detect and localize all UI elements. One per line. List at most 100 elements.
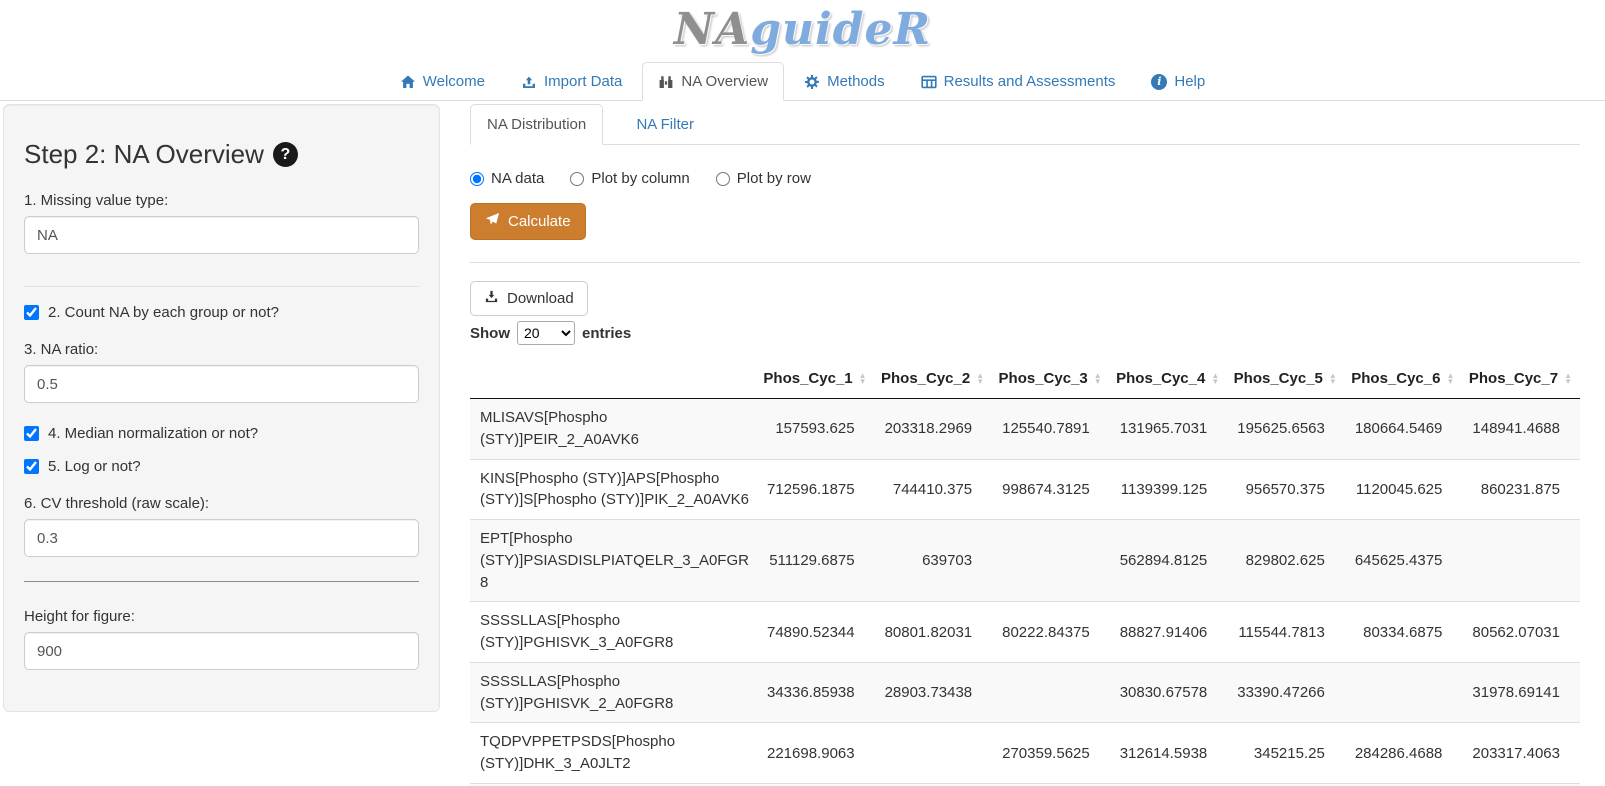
radio-plot-by-column-input[interactable]: [570, 172, 584, 186]
cv-threshold-input[interactable]: [24, 519, 419, 557]
column-header[interactable]: Phos_Cyc_4▲▼: [1110, 359, 1228, 399]
value-cell: [875, 723, 993, 784]
info-icon: i: [1151, 74, 1167, 90]
figure-height-input[interactable]: [24, 632, 419, 670]
subtab-label: NA Filter: [636, 116, 694, 133]
median-normalization-checkbox[interactable]: [24, 426, 39, 441]
nav-tab-na-overview[interactable]: NA Overview: [642, 62, 784, 101]
sidebar-panel: Step 2: NA Overview ? 1. Missing value t…: [3, 104, 440, 712]
table-body: MLISAVS[Phospho (STY)]PEIR_2_A0AVK6 1575…: [470, 399, 1580, 786]
na-ratio-input[interactable]: [24, 365, 419, 403]
page-length-select[interactable]: 20: [517, 321, 575, 345]
row-label-cell: TQDPVPPETPSDS[Phospho (STY)]DHK_3_A0JLT2: [470, 723, 757, 784]
table-row: MLISAVS[Phospho (STY)]PEIR_2_A0AVK6 1575…: [470, 399, 1580, 460]
value-cell: 270359.5625: [992, 723, 1110, 784]
nav-tab-label: Results and Assessments: [944, 73, 1116, 90]
nav-tab-methods[interactable]: Methods: [788, 62, 901, 101]
nav-tab-label: NA Overview: [681, 73, 768, 90]
value-cell: 312614.5938: [1110, 723, 1228, 784]
missing-value-type-label: 1. Missing value type:: [24, 192, 419, 209]
column-header[interactable]: Phos_Cyc_3▲▼: [992, 359, 1110, 399]
value-cell: [1345, 662, 1463, 723]
value-cell: 80222.84375: [992, 602, 1110, 663]
value-cell: 221698.9063: [757, 723, 875, 784]
column-header[interactable]: Phos_Cyc_6▲▼: [1345, 359, 1463, 399]
sort-icon: ▲▼: [1094, 373, 1102, 385]
column-header[interactable]: Phos_Cyc_1▲▼: [757, 359, 875, 399]
na-ratio-label: 3. NA ratio:: [24, 341, 419, 358]
value-cell: 125540.7891: [992, 399, 1110, 460]
value-cell: [992, 662, 1110, 723]
radio-label: Plot by column: [591, 170, 689, 187]
table-row: SSSSLLAS[Phospho (STY)]PGHISVK_3_A0FGR8 …: [470, 602, 1580, 663]
send-icon: [485, 212, 500, 231]
home-icon: [400, 74, 416, 90]
column-header[interactable]: Phos_Cyc_7▲▼: [1462, 359, 1580, 399]
calculate-button-label: Calculate: [508, 213, 571, 230]
subtab-na-filter[interactable]: NA Filter: [605, 104, 725, 145]
question-icon[interactable]: ?: [273, 142, 298, 167]
subtab-na-distribution[interactable]: NA Distribution: [470, 104, 603, 145]
nav-tab-label: Welcome: [423, 73, 485, 90]
value-cell: 80334.6875: [1345, 602, 1463, 663]
median-normalization-row: 4. Median normalization or not?: [24, 425, 419, 442]
row-label-cell: EPT[Phospho (STY)]PSIASDISLPIATQELR_3_A0…: [470, 520, 757, 602]
nav-tab-results[interactable]: Results and Assessments: [905, 62, 1132, 101]
radio-label: Plot by row: [737, 170, 811, 187]
value-cell: 33390.47266: [1227, 662, 1345, 723]
radio-plot-by-row-input[interactable]: [716, 172, 730, 186]
value-cell: 74890.52344: [757, 602, 875, 663]
value-cell: 34336.85938: [757, 662, 875, 723]
value-cell: 345215.25: [1227, 723, 1345, 784]
divider: [24, 286, 419, 287]
missing-value-type-input[interactable]: [24, 216, 419, 254]
cv-threshold-label: 6. CV threshold (raw scale):: [24, 495, 419, 512]
value-cell: 80801.82031: [875, 602, 993, 663]
divider: [470, 262, 1580, 263]
step-title-text: Step 2: NA Overview: [24, 139, 264, 170]
sort-icon: ▲▼: [1446, 373, 1454, 385]
download-icon: [484, 289, 499, 308]
column-header[interactable]: Phos_Cyc_5▲▼: [1227, 359, 1345, 399]
log-row: 5. Log or not?: [24, 458, 419, 475]
main-nav: Welcome Import Data NA Overview Methods …: [0, 62, 1605, 101]
radio-na-data-input[interactable]: [470, 172, 484, 186]
radio-plot-by-row[interactable]: Plot by row: [716, 170, 811, 187]
entries-label: entries: [582, 325, 631, 342]
download-button[interactable]: Download: [470, 281, 588, 316]
nav-tab-help[interactable]: i Help: [1135, 62, 1221, 101]
calculate-button[interactable]: Calculate: [470, 203, 586, 240]
gears-icon: [804, 74, 820, 90]
step-title: Step 2: NA Overview ?: [24, 139, 419, 170]
sort-icon: ▲▼: [1211, 373, 1219, 385]
value-cell: 30830.67578: [1110, 662, 1228, 723]
subtab-label: NA Distribution: [487, 116, 586, 133]
page-length-control: Show 20 entries: [470, 321, 1580, 345]
count-na-checkbox[interactable]: [24, 305, 39, 320]
table-icon: [921, 74, 937, 90]
radio-plot-by-column[interactable]: Plot by column: [570, 170, 689, 187]
figure-height-label: Height for figure:: [24, 608, 419, 625]
nav-tab-label: Import Data: [544, 73, 622, 90]
value-cell: 203317.4063: [1462, 723, 1580, 784]
subtab-bar: NA Distribution NA Filter: [470, 104, 1580, 145]
median-normalization-label: 4. Median normalization or not?: [48, 425, 258, 442]
log-checkbox[interactable]: [24, 459, 39, 474]
nav-tab-import-data[interactable]: Import Data: [505, 62, 638, 101]
nav-tab-label: Methods: [827, 73, 885, 90]
radio-na-data[interactable]: NA data: [470, 170, 544, 187]
nav-tab-welcome[interactable]: Welcome: [384, 62, 501, 101]
count-na-checkbox-row: 2. Count NA by each group or not?: [24, 304, 419, 321]
value-cell: 195625.6563: [1227, 399, 1345, 460]
value-cell: 28903.73438: [875, 662, 993, 723]
show-label: Show: [470, 325, 510, 342]
row-label-cell: KINS[Phospho (STY)]APS[Phospho (STY)]S[P…: [470, 459, 757, 520]
radio-label: NA data: [491, 170, 544, 187]
data-table: Phos_Cyc_1▲▼Phos_Cyc_2▲▼Phos_Cyc_3▲▼Phos…: [470, 359, 1580, 786]
value-cell: 860231.875: [1462, 459, 1580, 520]
value-cell: 148941.4688: [1462, 399, 1580, 460]
column-header[interactable]: Phos_Cyc_2▲▼: [875, 359, 993, 399]
logo-suffix: guideR: [750, 4, 931, 55]
log-checkbox-label: 5. Log or not?: [48, 458, 141, 475]
count-na-checkbox-label: 2. Count NA by each group or not?: [48, 304, 279, 321]
